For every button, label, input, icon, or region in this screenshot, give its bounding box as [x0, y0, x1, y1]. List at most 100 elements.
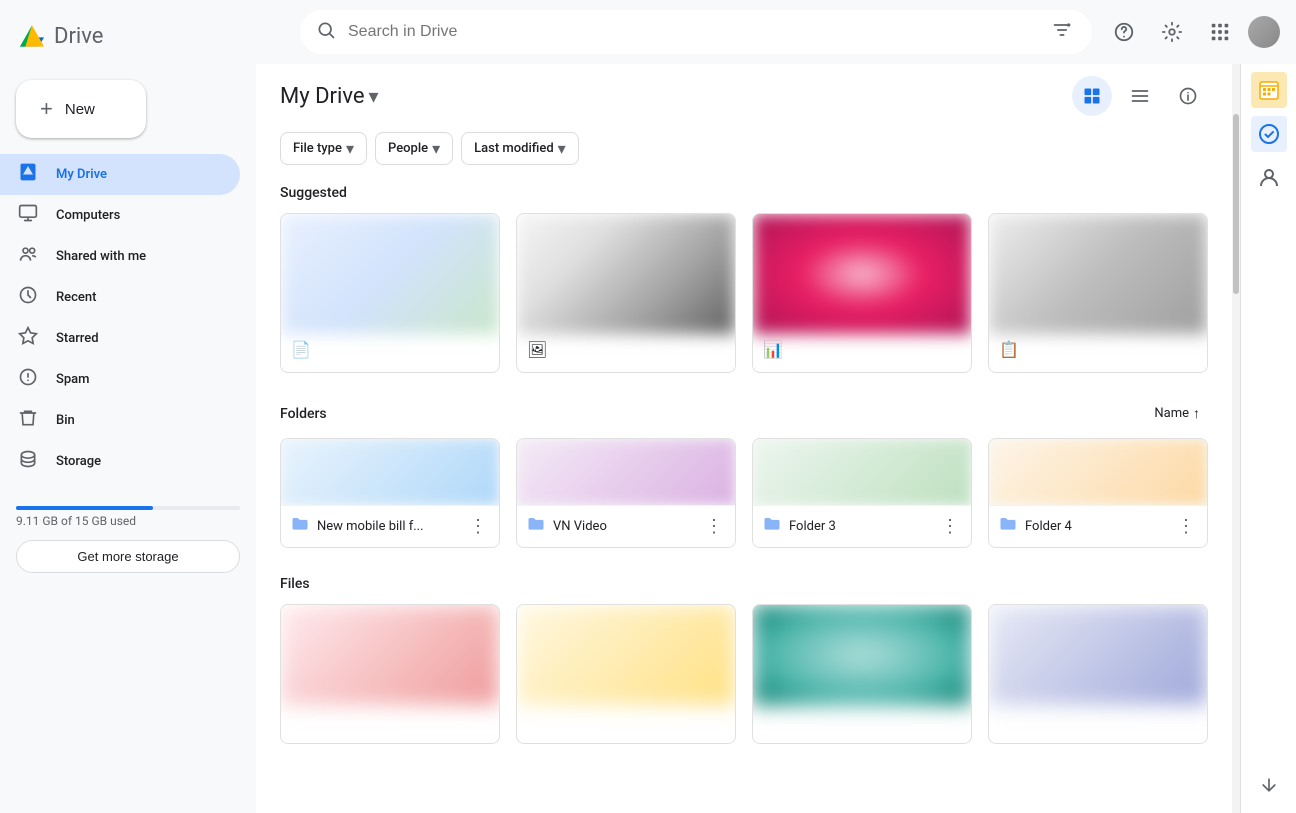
grid-view-button[interactable]: [1072, 76, 1112, 116]
people-chevron-icon: ▾: [432, 139, 440, 158]
files-section-label: Files: [256, 568, 1232, 604]
sidebar-item-bin[interactable]: Bin: [0, 400, 240, 441]
contacts-panel-icon[interactable]: [1251, 160, 1287, 196]
scrollbar-track[interactable]: [1232, 64, 1240, 813]
folder-thumbnail-3: [753, 439, 971, 505]
folder-footer-3: Folder 3 ⋮: [753, 505, 971, 547]
file-type-icon-2: 🖼: [527, 340, 547, 359]
folder-name-4: Folder 4: [1025, 519, 1167, 534]
list-item[interactable]: [516, 604, 736, 744]
folder-name-3: Folder 3: [789, 519, 931, 534]
list-item[interactable]: New mobile bill f... ⋮: [280, 438, 500, 548]
file-type-filter[interactable]: File type ▾: [280, 132, 367, 165]
expand-panel-button[interactable]: [1249, 765, 1289, 805]
sidebar-item-recent[interactable]: Recent: [0, 277, 240, 318]
list-item[interactable]: [280, 604, 500, 744]
list-item[interactable]: Folder 3 ⋮: [752, 438, 972, 548]
help-button[interactable]: [1104, 12, 1144, 52]
scrollbar-thumb[interactable]: [1233, 114, 1239, 294]
last-modified-filter[interactable]: Last modified ▾: [461, 132, 579, 165]
list-item[interactable]: 📄: [280, 213, 500, 373]
info-button[interactable]: [1168, 76, 1208, 116]
list-item[interactable]: 📊: [752, 213, 972, 373]
list-item[interactable]: 📋: [988, 213, 1208, 373]
folder-footer-2: VN Video ⋮: [517, 505, 735, 547]
settings-button[interactable]: [1152, 12, 1192, 52]
user-avatar[interactable]: [1248, 16, 1280, 48]
right-panel: [1240, 64, 1296, 813]
file-type-chevron-icon: ▾: [346, 139, 354, 158]
list-item[interactable]: 🖼: [516, 213, 736, 373]
sidebar-item-starred[interactable]: Starred: [0, 318, 240, 359]
folder-footer-4: Folder 4 ⋮: [989, 505, 1207, 547]
search-icon: [316, 20, 336, 45]
new-button-label: New: [65, 101, 95, 118]
folder-more-button-4[interactable]: ⋮: [1175, 514, 1197, 539]
folder-thumb-bg-1: [281, 439, 499, 505]
main-area: My Drive ▾: [256, 0, 1296, 813]
folder-more-button-2[interactable]: ⋮: [703, 514, 725, 539]
sidebar-item-label-starred: Starred: [56, 331, 99, 346]
folder-icon-2: [527, 515, 545, 538]
people-filter[interactable]: People ▾: [375, 132, 453, 165]
thumb-footer-3: 📊: [753, 334, 971, 365]
sidebar-item-spam[interactable]: Spam: [0, 359, 240, 400]
suggested-grid: 📄 🖼 📊: [256, 213, 1232, 393]
sidebar-item-label-recent: Recent: [56, 290, 96, 305]
spam-icon: [16, 367, 40, 392]
folder-thumbnail-4: [989, 439, 1207, 505]
file-thumbnail-4: [989, 605, 1207, 705]
drive-title-area: My Drive ▾: [280, 84, 379, 109]
name-sort-button[interactable]: Name ↑: [1146, 401, 1208, 426]
thumbnail-image-4: [989, 214, 1207, 334]
recent-icon: [16, 285, 40, 310]
folder-footer-1: New mobile bill f... ⋮: [281, 505, 499, 547]
get-more-storage-button[interactable]: Get more storage: [16, 540, 240, 573]
file-type-icon-4: 📋: [999, 340, 1019, 359]
folder-icon-1: [291, 515, 309, 538]
search-bar[interactable]: [300, 10, 1092, 54]
drive-title-chevron-icon[interactable]: ▾: [369, 84, 379, 108]
folder-thumb-bg-4: [989, 439, 1207, 505]
last-modified-label: Last modified: [474, 141, 554, 156]
file-thumbnail-3: [753, 605, 971, 705]
shared-icon: [16, 244, 40, 269]
sidebar-item-shared-with-me[interactable]: Shared with me: [0, 236, 240, 277]
list-item[interactable]: Folder 4 ⋮: [988, 438, 1208, 548]
starred-icon: [16, 326, 40, 351]
folder-thumb-bg-3: [753, 439, 971, 505]
search-input[interactable]: [348, 23, 1036, 41]
storage-bar-background: [16, 506, 240, 510]
folders-grid: New mobile bill f... ⋮ VN Vi: [256, 438, 1232, 568]
folder-thumbnail-2: [517, 439, 735, 505]
folders-section-label: Folders: [280, 406, 327, 422]
tasks-panel-icon[interactable]: [1251, 116, 1287, 152]
calendar-panel-icon[interactable]: [1251, 72, 1287, 108]
bin-icon: [16, 408, 40, 433]
list-item[interactable]: [988, 604, 1208, 744]
folder-more-button-3[interactable]: ⋮: [939, 514, 961, 539]
sidebar-item-storage[interactable]: Storage: [0, 441, 240, 482]
folder-more-button-1[interactable]: ⋮: [467, 514, 489, 539]
apps-button[interactable]: [1200, 12, 1240, 52]
files-grid: [256, 604, 1232, 764]
list-item[interactable]: [752, 604, 972, 744]
sidebar-item-label-shared: Shared with me: [56, 249, 146, 264]
sidebar-item-label-bin: Bin: [56, 413, 75, 428]
sidebar-item-label-storage: Storage: [56, 454, 101, 469]
folders-header: Folders Name ↑: [256, 393, 1232, 438]
sidebar-item-label-my-drive: My Drive: [56, 167, 107, 182]
file-type-icon-3: 📊: [763, 340, 783, 359]
sidebar-item-my-drive[interactable]: My Drive: [0, 154, 240, 195]
suggested-section-label: Suggested: [256, 177, 1232, 213]
sidebar-item-label-computers: Computers: [56, 208, 120, 223]
last-modified-chevron-icon: ▾: [558, 139, 566, 158]
list-item[interactable]: VN Video ⋮: [516, 438, 736, 548]
sidebar-item-label-spam: Spam: [56, 372, 90, 387]
view-controls: [1072, 76, 1208, 116]
sidebar-item-computers[interactable]: Computers: [0, 195, 240, 236]
search-filter-icon[interactable]: [1048, 16, 1076, 49]
list-view-button[interactable]: [1120, 76, 1160, 116]
new-button[interactable]: + New: [16, 80, 146, 138]
storage-icon: [16, 449, 40, 474]
